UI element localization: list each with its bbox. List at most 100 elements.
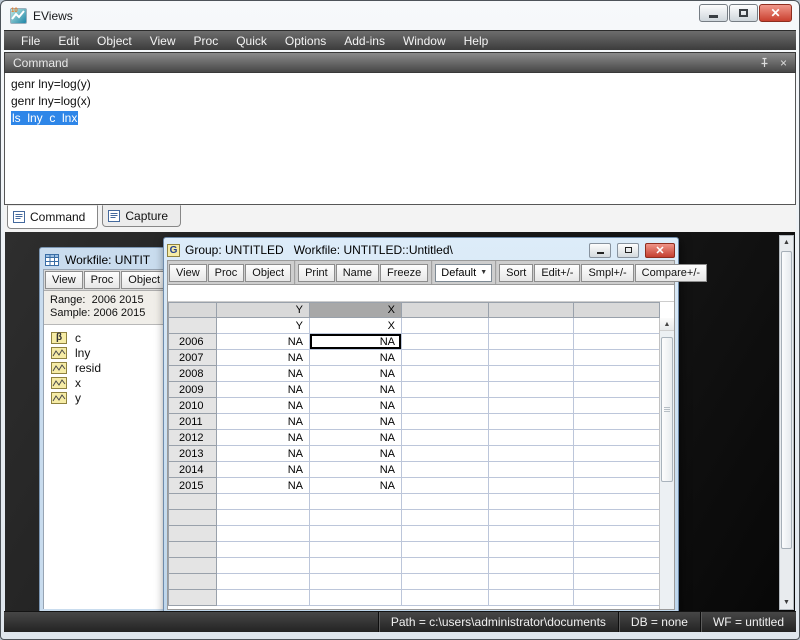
series-name-cell[interactable]: X	[310, 318, 402, 334]
group-restore-button[interactable]	[617, 243, 639, 258]
chevron-down-icon: ▼	[476, 269, 491, 276]
row-header[interactable]: 2013	[169, 446, 217, 462]
empty-row	[169, 526, 660, 542]
row-header[interactable]: 2007	[169, 350, 217, 366]
data-cell[interactable]: NA	[310, 462, 402, 478]
status-path: Path = c:\users\administrator\documents	[378, 612, 618, 632]
group-view-button[interactable]: View	[169, 264, 207, 282]
group-smpl-button[interactable]: Smpl+/-	[581, 264, 633, 282]
group-object-button[interactable]: Object	[245, 264, 291, 282]
data-cell[interactable]: NA	[310, 366, 402, 382]
data-cell[interactable]: NA	[310, 446, 402, 462]
table-row: 2006 NA NA	[169, 334, 660, 350]
series-name-cell[interactable]: Y	[217, 318, 310, 334]
tab-command[interactable]: Command	[7, 205, 98, 229]
maximize-button[interactable]	[729, 4, 758, 22]
workfile-proc-button[interactable]: Proc	[84, 271, 121, 289]
data-cell[interactable]: NA	[217, 430, 310, 446]
menu-item-object[interactable]: Object	[88, 34, 141, 48]
row-header[interactable]: 2008	[169, 366, 217, 382]
menu-item-window[interactable]: Window	[394, 34, 455, 48]
toolbar-separator	[495, 261, 497, 284]
eviews-main-window: 10 EViews ✕ File Edit Object View Proc Q…	[0, 0, 800, 640]
row-header[interactable]: 2011	[169, 414, 217, 430]
data-cell[interactable]: NA	[217, 366, 310, 382]
row-header[interactable]: 2010	[169, 398, 217, 414]
data-cell[interactable]: NA	[310, 414, 402, 430]
menu-item-edit[interactable]: Edit	[49, 34, 88, 48]
scrollbar-thumb[interactable]	[661, 337, 673, 482]
column-header-y[interactable]: Y	[217, 303, 310, 318]
display-mode-dropdown[interactable]: Default ▼	[435, 264, 492, 282]
close-panel-icon[interactable]: ×	[780, 57, 787, 69]
empty-column-header[interactable]	[402, 303, 489, 318]
group-compare-button[interactable]: Compare+/-	[635, 264, 707, 282]
scroll-down-icon[interactable]: ▼	[780, 596, 793, 609]
scroll-up-icon[interactable]: ▲	[660, 318, 674, 331]
data-cell[interactable]: NA	[217, 446, 310, 462]
row-header[interactable]: 2006	[169, 334, 217, 350]
menu-item-help[interactable]: Help	[455, 34, 498, 48]
close-button[interactable]: ✕	[759, 4, 792, 22]
empty-row	[169, 558, 660, 574]
tab-capture[interactable]: Capture	[102, 205, 181, 227]
group-title-bar[interactable]: G Group: UNTITLED Workfile: UNTITLED::Un…	[167, 240, 675, 260]
data-cell[interactable]: NA	[310, 398, 402, 414]
cell-edit-bar[interactable]	[168, 285, 674, 302]
command-line: genr lny=log(y)	[11, 76, 789, 93]
data-cell[interactable]: NA	[217, 334, 310, 350]
scrollbar-thumb[interactable]	[781, 251, 792, 549]
selected-cell[interactable]: NA	[310, 334, 402, 350]
column-header-x[interactable]: X	[310, 303, 402, 318]
group-minimize-button[interactable]	[589, 243, 611, 258]
workfile-object-button[interactable]: Object	[121, 271, 167, 289]
empty-column-header[interactable]	[489, 303, 574, 318]
menu-item-proc[interactable]: Proc	[185, 34, 228, 48]
table-row: 2012 NA NA	[169, 430, 660, 446]
row-header[interactable]	[169, 318, 217, 334]
series-icon	[51, 362, 67, 374]
document-list-icon	[108, 210, 120, 222]
data-cell[interactable]: NA	[217, 350, 310, 366]
menu-item-quick[interactable]: Quick	[227, 34, 276, 48]
row-header[interactable]: 2012	[169, 430, 217, 446]
data-cell[interactable]: NA	[217, 382, 310, 398]
workfile-view-button[interactable]: View	[45, 271, 83, 289]
group-sort-button[interactable]: Sort	[499, 264, 533, 282]
data-cell[interactable]: NA	[217, 478, 310, 494]
eviews-app-icon: 10	[10, 8, 27, 24]
empty-column-header[interactable]	[574, 303, 660, 318]
spreadsheet-scrollbar[interactable]: ▲	[659, 318, 674, 610]
group-print-button[interactable]: Print	[298, 264, 335, 282]
coefficient-beta-icon: β	[51, 332, 67, 344]
corner-header-cell[interactable]	[169, 303, 217, 318]
data-cell[interactable]: NA	[310, 430, 402, 446]
command-line: genr lny=log(x)	[11, 93, 789, 110]
group-close-button[interactable]: ✕	[645, 243, 675, 258]
menu-item-view[interactable]: View	[141, 34, 185, 48]
group-name-button[interactable]: Name	[336, 264, 379, 282]
menu-item-file[interactable]: File	[12, 34, 49, 48]
data-cell[interactable]: NA	[310, 350, 402, 366]
group-edit-button[interactable]: Edit+/-	[534, 264, 580, 282]
group-freeze-button[interactable]: Freeze	[380, 264, 428, 282]
row-header[interactable]: 2015	[169, 478, 217, 494]
group-proc-button[interactable]: Proc	[208, 264, 245, 282]
data-cell[interactable]: NA	[310, 382, 402, 398]
pin-icon[interactable]	[759, 57, 770, 68]
workspace-scrollbar[interactable]: ▲ ▼	[779, 235, 794, 610]
row-header[interactable]: 2014	[169, 462, 217, 478]
data-cell[interactable]: NA	[217, 398, 310, 414]
scroll-up-icon[interactable]: ▲	[780, 236, 793, 249]
data-cell[interactable]: NA	[310, 478, 402, 494]
menu-item-addins[interactable]: Add-ins	[335, 34, 394, 48]
row-header[interactable]: 2009	[169, 382, 217, 398]
minimize-button[interactable]	[699, 4, 728, 22]
command-input-area[interactable]: genr lny=log(y) genr lny=log(x) ls lny c…	[4, 73, 796, 205]
data-cell[interactable]: NA	[217, 414, 310, 430]
group-spreadsheet-area: Y X Y X 2006	[167, 284, 675, 610]
data-cell[interactable]: NA	[217, 462, 310, 478]
menu-item-options[interactable]: Options	[276, 34, 335, 48]
status-bar: Path = c:\users\administrator\documents …	[4, 611, 796, 632]
column-header-row: Y X	[169, 303, 660, 318]
